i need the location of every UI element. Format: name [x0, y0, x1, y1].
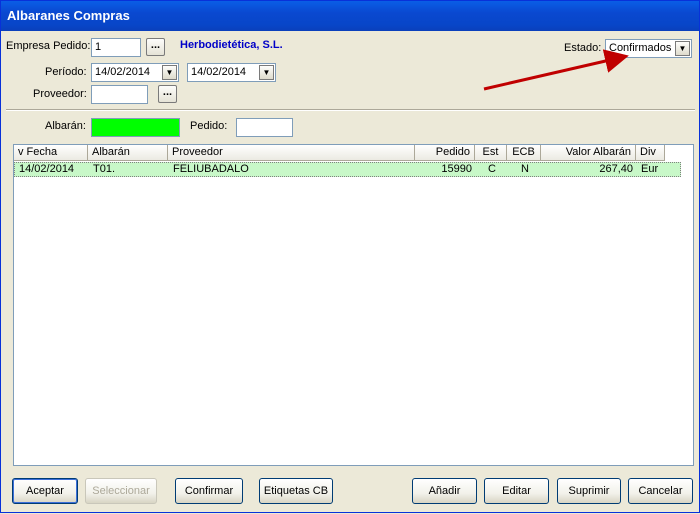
column-header-albaran[interactable]: Albarán — [88, 145, 168, 161]
column-header-div[interactable]: Div — [636, 145, 665, 161]
suprimir-button[interactable]: Suprimir — [557, 478, 621, 504]
company-name: Herbodietética, S.L. — [180, 39, 283, 51]
confirmar-button[interactable]: Confirmar — [175, 478, 243, 504]
column-header-proveedor[interactable]: Proveedor — [168, 145, 415, 161]
column-header-valor[interactable]: Valor Albarán — [541, 145, 636, 161]
cell-pedido: 15990 — [441, 163, 472, 175]
albaranes-window: Albaranes Compras Empresa Pedido: 1 ... … — [0, 0, 700, 513]
albaran-field[interactable] — [91, 118, 180, 137]
empresa-lookup-button[interactable]: ... — [146, 38, 165, 56]
cell-valor: 267,40 — [599, 163, 633, 175]
separator — [6, 109, 695, 111]
anadir-button[interactable]: Añadir — [412, 478, 477, 504]
column-header-ecb[interactable]: ECB — [507, 145, 541, 161]
cell-est: C — [488, 163, 496, 175]
empresa-label: Empresa Pedido: — [6, 40, 91, 52]
periodo-from-date[interactable]: 14/02/2014 ▼ — [91, 63, 179, 82]
column-header-fecha[interactable]: v Fecha — [14, 145, 88, 161]
chevron-down-icon[interactable]: ▼ — [675, 41, 690, 56]
cancelar-button[interactable]: Cancelar — [628, 478, 693, 504]
proveedor-lookup-button[interactable]: ... — [158, 85, 177, 103]
chevron-down-icon[interactable]: ▼ — [259, 65, 274, 80]
cell-div: Eur — [641, 163, 659, 175]
estado-value: Confirmados — [609, 42, 672, 54]
estado-label: Estado: — [564, 42, 602, 54]
chevron-down-icon[interactable]: ▼ — [162, 65, 177, 80]
pedido-field[interactable] — [236, 118, 293, 137]
cell-albaran: T01. — [93, 163, 116, 175]
window-title: Albaranes Compras — [1, 1, 699, 31]
proveedor-label: Proveedor: — [33, 88, 87, 100]
table-row[interactable]: 14/02/2014 T01. FELIUBADALO 15990 C N 26… — [14, 162, 681, 177]
proveedor-field[interactable] — [91, 85, 148, 104]
editar-button[interactable]: Editar — [484, 478, 549, 504]
periodo-to-date[interactable]: 14/02/2014 ▼ — [187, 63, 276, 82]
column-header-est[interactable]: Est — [475, 145, 507, 161]
cell-fecha: 14/02/2014 — [19, 163, 75, 175]
etiquetas-cb-button[interactable]: Etiquetas CB — [259, 478, 333, 504]
estado-select[interactable]: Confirmados ▼ — [605, 39, 692, 58]
albaran-label: Albarán: — [45, 120, 86, 132]
albaranes-grid[interactable]: v Fecha Albarán Proveedor Pedido Est ECB… — [13, 144, 694, 466]
aceptar-button[interactable]: Aceptar — [12, 478, 78, 504]
empresa-field[interactable]: 1 — [91, 38, 141, 57]
pedido-label: Pedido: — [190, 120, 228, 132]
seleccionar-button[interactable]: Seleccionar — [85, 478, 157, 504]
cell-proveedor: FELIUBADALO — [173, 163, 249, 175]
periodo-to-value: 14/02/2014 — [191, 66, 247, 78]
column-header-pedido[interactable]: Pedido — [415, 145, 475, 161]
cell-ecb: N — [521, 163, 529, 175]
periodo-from-value: 14/02/2014 — [95, 66, 151, 78]
periodo-label: Período: — [45, 66, 87, 78]
